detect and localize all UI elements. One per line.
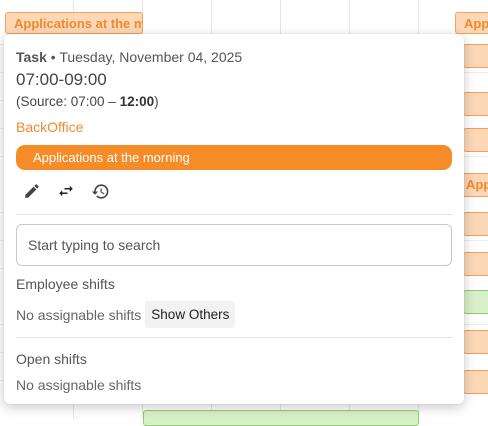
source-end: 12:00 bbox=[119, 94, 155, 109]
search-input[interactable] bbox=[16, 224, 452, 266]
shift-chip[interactable] bbox=[463, 44, 488, 68]
employee-shifts-row: No assignable shifts Show Others bbox=[16, 301, 452, 328]
header-separator: • bbox=[50, 49, 56, 65]
shift-chip[interactable] bbox=[463, 128, 488, 152]
source-suffix: ) bbox=[154, 94, 159, 109]
shift-chip[interactable] bbox=[463, 92, 488, 116]
divider bbox=[16, 337, 452, 338]
time-range: 07:00-09:00 bbox=[16, 70, 107, 89]
shift-chip[interactable] bbox=[143, 410, 419, 426]
shift-chip[interactable] bbox=[463, 252, 488, 276]
shift-chip[interactable] bbox=[463, 370, 488, 394]
task-kind: Task bbox=[16, 49, 47, 65]
show-others-button[interactable]: Show Others bbox=[145, 301, 236, 328]
employee-shifts-title: Employee shifts bbox=[16, 276, 115, 292]
shift-chip[interactable] bbox=[463, 330, 488, 354]
task-details-popup: Task • Tuesday, November 04, 2025 07:00-… bbox=[4, 34, 464, 404]
task-date: Tuesday, November 04, 2025 bbox=[59, 49, 243, 65]
history-icon[interactable] bbox=[90, 181, 110, 201]
department-label: BackOffice bbox=[16, 119, 84, 135]
task-label-bar: Applications at the morning bbox=[16, 145, 452, 170]
shift-chip[interactable]: Applications at the m bbox=[5, 12, 143, 34]
popup-header: Task • Tuesday, November 04, 2025 bbox=[16, 48, 452, 66]
open-shifts-empty: No assignable shifts bbox=[16, 377, 142, 393]
pencil-icon[interactable] bbox=[22, 181, 42, 201]
shift-chip[interactable] bbox=[463, 212, 488, 236]
open-shifts-title: Open shifts bbox=[16, 351, 87, 367]
swap-arrows-icon[interactable] bbox=[56, 181, 76, 201]
action-toolbar bbox=[16, 180, 452, 202]
source-time: (Source: 07:00 – 12:00) bbox=[16, 93, 452, 111]
source-prefix: (Source: 07:00 – bbox=[16, 94, 120, 109]
divider bbox=[16, 214, 452, 215]
shift-chip[interactable]: App bbox=[455, 12, 488, 34]
shift-chip[interactable] bbox=[463, 290, 488, 314]
employee-shifts-empty: No assignable shifts bbox=[16, 306, 142, 323]
